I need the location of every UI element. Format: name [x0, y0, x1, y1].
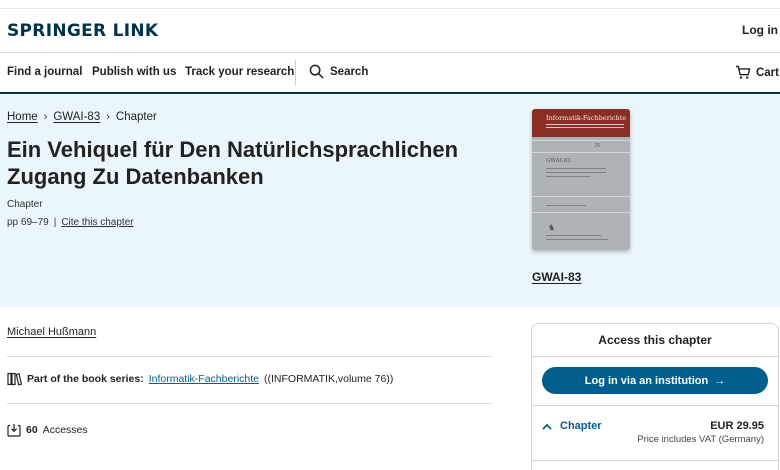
page-range: pp 69–79: [7, 217, 49, 228]
breadcrumb: Home › GWAI-83 › Chapter: [7, 111, 157, 123]
cover-subtitle-lines: [546, 124, 624, 132]
site-header: SPRINGER LINK Log in: [0, 8, 780, 53]
publisher-logo-icon: ♞: [548, 223, 556, 232]
chapter-purchase-label: Chapter: [560, 420, 602, 432]
main-nav: Find a journal Publish with us Track you…: [0, 54, 780, 94]
institution-login-label: Log in via an institution: [584, 374, 709, 387]
download-icon: [7, 424, 21, 437]
chapter-hero: Home › GWAI-83 › Chapter Ein Vehiquel fü…: [0, 95, 780, 307]
book-cover-image[interactable]: Informatik-Fachberichte 76 GWAI-83 ♞: [532, 109, 630, 250]
series-volume: ((INFORMATIK,volume 76)): [264, 373, 394, 385]
panel-divider: [532, 356, 778, 357]
nav-divider: [295, 60, 296, 86]
cover-series-title: Informatik-Fachberichte: [546, 114, 627, 122]
book-series: Part of the book series: Informatik-Fach…: [7, 372, 393, 386]
pages-separator: |: [53, 217, 57, 228]
chevron-right-icon: ›: [43, 111, 48, 123]
chapter-pages: pp 69–79 | Cite this chapter: [7, 217, 134, 228]
chevron-up-icon: [542, 423, 552, 430]
series-link[interactable]: Informatik-Fachberichte: [149, 373, 259, 385]
cover-text-line: [546, 176, 591, 177]
accesses-count: 60: [26, 424, 38, 436]
cover-rule: [532, 140, 630, 141]
cover-text-line: [546, 235, 601, 236]
cover-volume: 76: [594, 143, 600, 149]
institution-login-button[interactable]: Log in via an institution →: [542, 367, 768, 394]
book-title-link[interactable]: GWAI-83: [532, 270, 581, 284]
chevron-right-icon: ›: [106, 111, 110, 123]
search-button[interactable]: Search: [309, 64, 368, 79]
search-icon: [309, 64, 324, 79]
section-divider: [7, 356, 492, 357]
accesses-metric: 60 Accesses: [7, 423, 88, 437]
breadcrumb-current: Chapter: [115, 111, 157, 123]
find-journal-link[interactable]: Find a journal: [7, 66, 82, 78]
chapter-price: EUR 29.95: [710, 420, 764, 432]
cart-icon: [735, 65, 751, 79]
access-panel-title: Access this chapter: [598, 333, 712, 347]
author-link[interactable]: Michael Hußmann: [7, 326, 96, 338]
cart-label: Cart: [755, 66, 779, 79]
springer-link-logo[interactable]: SPRINGER LINK: [7, 21, 158, 41]
panel-divider: [532, 405, 778, 406]
cover-text-line: [546, 239, 608, 240]
books-icon: [7, 372, 22, 386]
content-type: Chapter: [7, 199, 43, 210]
vat-note: Price includes VAT (Germany): [637, 434, 764, 445]
cover-text-line: [546, 168, 606, 169]
arrow-right-icon: →: [714, 374, 726, 387]
cover-rule: [532, 212, 630, 213]
publish-link[interactable]: Publish with us: [92, 66, 176, 78]
cite-chapter-link[interactable]: Cite this chapter: [61, 217, 133, 228]
cover-rule: [532, 152, 630, 153]
cover-text-line: [546, 205, 586, 206]
accesses-label: Accesses: [42, 424, 88, 436]
access-panel: Access this chapter Log in via an instit…: [531, 323, 779, 470]
series-label: Part of the book series:: [27, 373, 144, 385]
search-label: Search: [330, 65, 369, 78]
login-link[interactable]: Log in: [742, 23, 778, 37]
cover-book-name: GWAI-83: [546, 158, 571, 164]
chapter-title: Ein Vehiquel für Den Natürlichsprachlich…: [7, 137, 459, 189]
chapter-purchase-toggle[interactable]: Chapter: [542, 420, 602, 432]
section-divider: [7, 403, 492, 404]
panel-divider: [532, 460, 778, 461]
cover-rule: [532, 196, 630, 197]
track-research-link[interactable]: Track your research: [185, 66, 294, 78]
breadcrumb-home[interactable]: Home: [7, 111, 38, 123]
breadcrumb-book[interactable]: GWAI-83: [53, 111, 100, 123]
cart-button[interactable]: Cart: [735, 65, 779, 80]
cover-text-line: [546, 172, 606, 173]
